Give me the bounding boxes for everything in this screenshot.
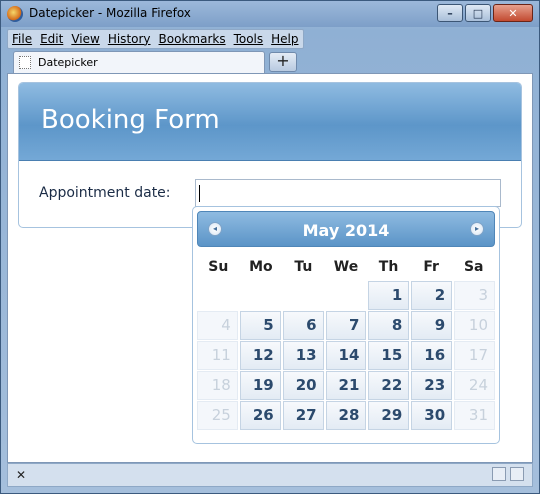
page-content: Booking Form Appointment date: ◂ May 201… xyxy=(7,73,533,463)
datepicker-popup: ◂ May 2014 ▸ Su Mo Tu We Th Fr Sa 123456… xyxy=(192,206,500,444)
tab-datepicker[interactable]: Datepicker xyxy=(13,51,265,73)
weekday-label: Mo xyxy=(249,259,273,275)
calendar-day-disabled: 17 xyxy=(454,341,495,370)
calendar-day[interactable]: 23 xyxy=(411,371,453,400)
calendar-day[interactable]: 13 xyxy=(282,341,324,370)
calendar-day[interactable]: 22 xyxy=(368,371,410,400)
close-findbar-icon[interactable]: ✕ xyxy=(16,468,26,482)
weekday-label: Su xyxy=(208,259,229,275)
status-bar: ✕ xyxy=(7,463,533,487)
calendar-day[interactable]: 2 xyxy=(411,281,453,310)
calendar-day-disabled: 24 xyxy=(454,371,495,400)
calendar-week-row: 18 19 20 21 22 23 24 xyxy=(197,371,495,400)
calendar-empty-cell xyxy=(283,281,324,310)
calendar-day[interactable]: 9 xyxy=(411,311,453,340)
calendar-day-disabled: 31 xyxy=(454,401,495,430)
calendar-day[interactable]: 12 xyxy=(239,341,281,370)
calendar-day[interactable]: 8 xyxy=(368,311,410,340)
calendar-day[interactable]: 14 xyxy=(325,341,367,370)
calendar-day-disabled: 25 xyxy=(197,401,238,430)
page-icon xyxy=(19,56,31,69)
calendar-week-row: 4 5 6 7 8 9 10 xyxy=(197,311,495,340)
calendar-day-disabled: 18 xyxy=(197,371,238,400)
weekday-label: Th xyxy=(378,259,399,275)
calendar-day[interactable]: 5 xyxy=(239,311,281,340)
weekday-label: Fr xyxy=(423,259,439,275)
calendar-empty-cell xyxy=(240,281,281,310)
calendar-grid: Su Mo Tu We Th Fr Sa 1 2 3 4 5 6 7 8 9 10 11 12 13 14… xyxy=(197,253,495,431)
window-title: Datepicker - Mozilla Firefox xyxy=(29,6,191,20)
calendar-day[interactable]: 28 xyxy=(325,401,367,430)
calendar-day[interactable]: 6 xyxy=(282,311,324,340)
window-controls: – □ ✕ xyxy=(437,4,533,22)
text-caret xyxy=(199,185,200,202)
menu-help[interactable]: Help xyxy=(267,30,302,48)
tab-label: Datepicker xyxy=(38,56,98,69)
calendar-weeks: 1 2 3 4 5 6 7 8 9 10 11 12 13 14 15 16 17 18 19 20 21 22 23 24 2… xyxy=(197,281,495,430)
addon-icon[interactable] xyxy=(492,467,506,481)
datepicker-header: ◂ May 2014 ▸ xyxy=(197,211,495,247)
calendar-day[interactable]: 16 xyxy=(411,341,453,370)
menu-edit[interactable]: Edit xyxy=(36,30,67,48)
tab-bar: Datepicker + xyxy=(7,51,533,73)
calendar-day[interactable]: 1 xyxy=(368,281,410,310)
appointment-date-input[interactable] xyxy=(195,179,501,207)
calendar-day[interactable]: 26 xyxy=(239,401,281,430)
calendar-day[interactable]: 15 xyxy=(368,341,410,370)
title-bar: Datepicker - Mozilla Firefox – □ ✕ xyxy=(1,1,539,27)
minimize-button[interactable]: – xyxy=(437,4,463,22)
menu-bookmarks[interactable]: Bookmarks xyxy=(155,30,230,48)
browser-window: Datepicker - Mozilla Firefox – □ ✕ File … xyxy=(0,0,540,494)
appointment-date-label: Appointment date: xyxy=(39,185,171,201)
weekday-header-row: Su Mo Tu We Th Fr Sa xyxy=(197,253,495,281)
new-tab-button[interactable]: + xyxy=(269,52,297,72)
menu-view[interactable]: View xyxy=(67,30,103,48)
calendar-day[interactable]: 30 xyxy=(411,401,453,430)
page-title: Booking Form xyxy=(41,105,220,135)
calendar-week-row: 25 26 27 28 29 30 31 xyxy=(197,401,495,430)
calendar-day[interactable]: 7 xyxy=(325,311,367,340)
resize-grip-icon[interactable] xyxy=(510,467,524,481)
next-month-icon[interactable]: ▸ xyxy=(470,222,484,236)
menu-bar: File Edit View History Bookmarks Tools H… xyxy=(7,29,304,49)
menu-tools[interactable]: Tools xyxy=(230,30,268,48)
calendar-day[interactable]: 20 xyxy=(282,371,324,400)
form-header: Booking Form xyxy=(19,83,521,161)
firefox-icon xyxy=(7,6,23,22)
calendar-day-disabled: 10 xyxy=(454,311,495,340)
calendar-day-disabled: 11 xyxy=(197,341,238,370)
calendar-day[interactable]: 27 xyxy=(282,401,324,430)
calendar-empty-cell xyxy=(326,281,367,310)
close-button[interactable]: ✕ xyxy=(493,4,533,22)
calendar-week-row: 11 12 13 14 15 16 17 xyxy=(197,341,495,370)
month-title: May 2014 xyxy=(302,221,390,240)
weekday-label: Tu xyxy=(294,259,313,275)
weekday-label: We xyxy=(333,259,359,275)
calendar-day-disabled: 3 xyxy=(454,281,495,310)
calendar-day[interactable]: 29 xyxy=(368,401,410,430)
calendar-week-row: 123 xyxy=(197,281,495,310)
calendar-day[interactable]: 19 xyxy=(239,371,281,400)
maximize-button[interactable]: □ xyxy=(465,4,491,22)
menu-file[interactable]: File xyxy=(8,30,36,48)
calendar-empty-cell xyxy=(197,281,238,310)
menu-history[interactable]: History xyxy=(104,30,155,48)
calendar-day[interactable]: 21 xyxy=(325,371,367,400)
calendar-day-disabled: 4 xyxy=(197,311,238,340)
status-icons xyxy=(492,467,524,481)
weekday-label: Sa xyxy=(463,259,484,275)
